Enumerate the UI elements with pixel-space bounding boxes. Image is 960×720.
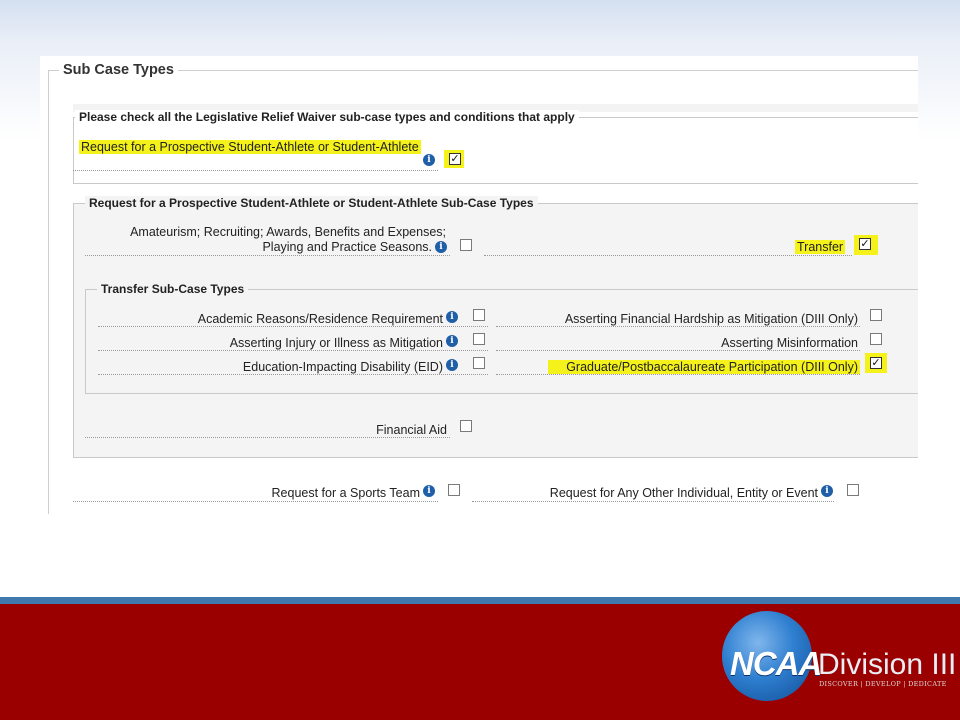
graduate-participation-checkbox[interactable]: ✓ xyxy=(870,357,882,369)
row-divider xyxy=(98,374,488,375)
row-divider xyxy=(496,374,860,375)
prospective-student-athlete-label: Request for a Prospective Student-Athlet… xyxy=(79,140,421,154)
row-divider xyxy=(484,255,852,256)
eid-checkbox[interactable] xyxy=(473,357,485,369)
amateurism-checkbox[interactable] xyxy=(460,239,472,251)
row-divider xyxy=(98,350,488,351)
amateurism-label-line1: Amateurism; Recruiting; Awards, Benefits… xyxy=(130,225,446,239)
info-icon[interactable]: i xyxy=(446,359,458,371)
injury-illness-checkbox[interactable] xyxy=(473,333,485,345)
row-divider xyxy=(85,437,450,438)
sports-team-checkbox[interactable] xyxy=(448,484,460,496)
division-title: Division III xyxy=(818,648,957,681)
info-icon[interactable]: i xyxy=(435,241,447,253)
transfer-label: Transfer xyxy=(795,240,846,254)
financial-hardship-checkbox[interactable] xyxy=(870,309,882,321)
other-entity-label: Request for Any Other Individual, Entity… xyxy=(549,486,818,500)
conditions-legend: Please check all the Legislative Relief … xyxy=(75,110,579,124)
financial-aid-label: Financial Aid xyxy=(376,423,447,437)
row-divider xyxy=(73,501,438,502)
other-entity-checkbox[interactable] xyxy=(847,484,859,496)
academic-reasons-label: Academic Reasons/Residence Requirement xyxy=(197,312,443,326)
financial-aid-checkbox[interactable] xyxy=(460,420,472,432)
info-icon[interactable]: i xyxy=(423,485,435,497)
transfer-sub-case-types-legend: Transfer Sub-Case Types xyxy=(97,282,249,296)
sports-team-label: Request for a Sports Team xyxy=(271,486,420,500)
row-divider xyxy=(98,326,488,327)
transfer-checkbox[interactable]: ✓ xyxy=(859,238,871,250)
row-divider xyxy=(472,501,834,502)
row-divider xyxy=(496,350,860,351)
eid-label: Education-Impacting Disability (EID) xyxy=(242,360,443,374)
row-divider xyxy=(73,170,438,171)
row-divider xyxy=(496,326,860,327)
ncaa-logo-text: NCAA xyxy=(730,645,822,682)
graduate-participation-label: Graduate/Postbaccalaureate Participation… xyxy=(548,360,860,374)
misinformation-label: Asserting Misinformation xyxy=(721,336,858,350)
financial-hardship-label: Asserting Financial Hardship as Mitigati… xyxy=(564,312,858,326)
info-icon[interactable]: i xyxy=(446,311,458,323)
division-tagline: DISCOVER | DEVELOP | DEDICATE xyxy=(819,680,947,688)
footer-stripe xyxy=(0,597,960,604)
student-athlete-sub-case-types-legend: Request for a Prospective Student-Athlet… xyxy=(85,196,538,210)
amateurism-label-line2: Playing and Practice Seasons. xyxy=(262,240,432,254)
injury-illness-label: Asserting Injury or Illness as Mitigatio… xyxy=(229,336,443,350)
form-screenshot: Sub Case Types Please check all the Legi… xyxy=(40,56,918,514)
info-icon[interactable]: i xyxy=(423,154,435,166)
info-icon[interactable]: i xyxy=(446,335,458,347)
row-divider xyxy=(85,255,450,256)
misinformation-checkbox[interactable] xyxy=(870,333,882,345)
sub-case-types-legend: Sub Case Types xyxy=(63,62,174,78)
prospective-student-athlete-checkbox[interactable]: ✓ xyxy=(449,153,461,165)
academic-reasons-checkbox[interactable] xyxy=(473,309,485,321)
info-icon[interactable]: i xyxy=(821,485,833,497)
